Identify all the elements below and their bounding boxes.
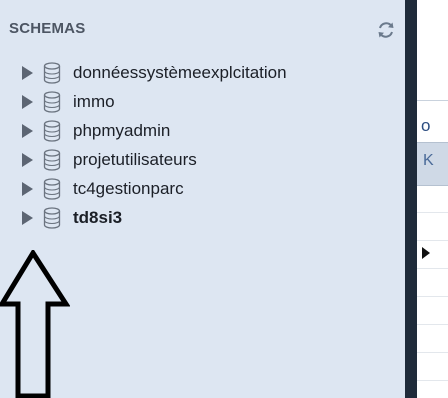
expand-arrow-icon[interactable]: [22, 123, 33, 138]
editor-band-label: K: [423, 152, 434, 169]
database-icon: [43, 119, 61, 142]
database-icon: [43, 61, 61, 84]
expand-arrow-icon[interactable]: [22, 94, 33, 109]
schema-label: phpmyadmin: [73, 120, 171, 140]
database-icon: [43, 90, 61, 113]
editor-panel: o K: [417, 0, 448, 398]
schema-item[interactable]: immo: [0, 87, 405, 116]
refresh-icon[interactable]: [375, 19, 397, 41]
database-icon: [43, 148, 61, 171]
grid-line: [417, 352, 448, 353]
schema-label: td8si3: [73, 207, 123, 227]
editor-toolbar-area: [417, 0, 448, 101]
grid-line: [417, 240, 448, 241]
expand-arrow-icon[interactable]: [22, 181, 33, 196]
schema-item[interactable]: tc4gestionparc: [0, 174, 405, 203]
schemas-sidebar: SCHEMAS donnéessystèmeexplcitation immo …: [0, 0, 406, 398]
grid-line: [417, 268, 448, 269]
schema-list: donnéessystèmeexplcitation immo phpmyadm…: [0, 58, 405, 232]
grid-line: [417, 212, 448, 213]
schema-item-active[interactable]: td8si3: [0, 203, 405, 232]
grid-line: [417, 380, 448, 381]
schemas-title: SCHEMAS: [9, 20, 86, 37]
schema-label: immo: [73, 91, 115, 111]
grid-line: [417, 296, 448, 297]
workbench-window: SCHEMAS donnéessystèmeexplcitation immo …: [0, 0, 448, 398]
schema-item[interactable]: projetutilisateurs: [0, 145, 405, 174]
schema-item[interactable]: phpmyadmin: [0, 116, 405, 145]
editor-tab-label[interactable]: o: [421, 116, 430, 136]
panel-divider[interactable]: [405, 0, 417, 398]
expand-arrow-icon[interactable]: [22, 210, 33, 225]
database-icon: [43, 177, 61, 200]
up-arrow-icon: [0, 250, 70, 398]
schema-label: donnéessystèmeexplcitation: [73, 62, 287, 82]
expand-arrow-icon[interactable]: [22, 65, 33, 80]
row-pointer-icon: [422, 247, 430, 259]
grid-line: [417, 324, 448, 325]
schema-item[interactable]: donnéessystèmeexplcitation: [0, 58, 405, 87]
schema-label: projetutilisateurs: [73, 149, 197, 169]
expand-arrow-icon[interactable]: [22, 152, 33, 167]
database-icon: [43, 206, 61, 229]
schema-label: tc4gestionparc: [73, 178, 184, 198]
